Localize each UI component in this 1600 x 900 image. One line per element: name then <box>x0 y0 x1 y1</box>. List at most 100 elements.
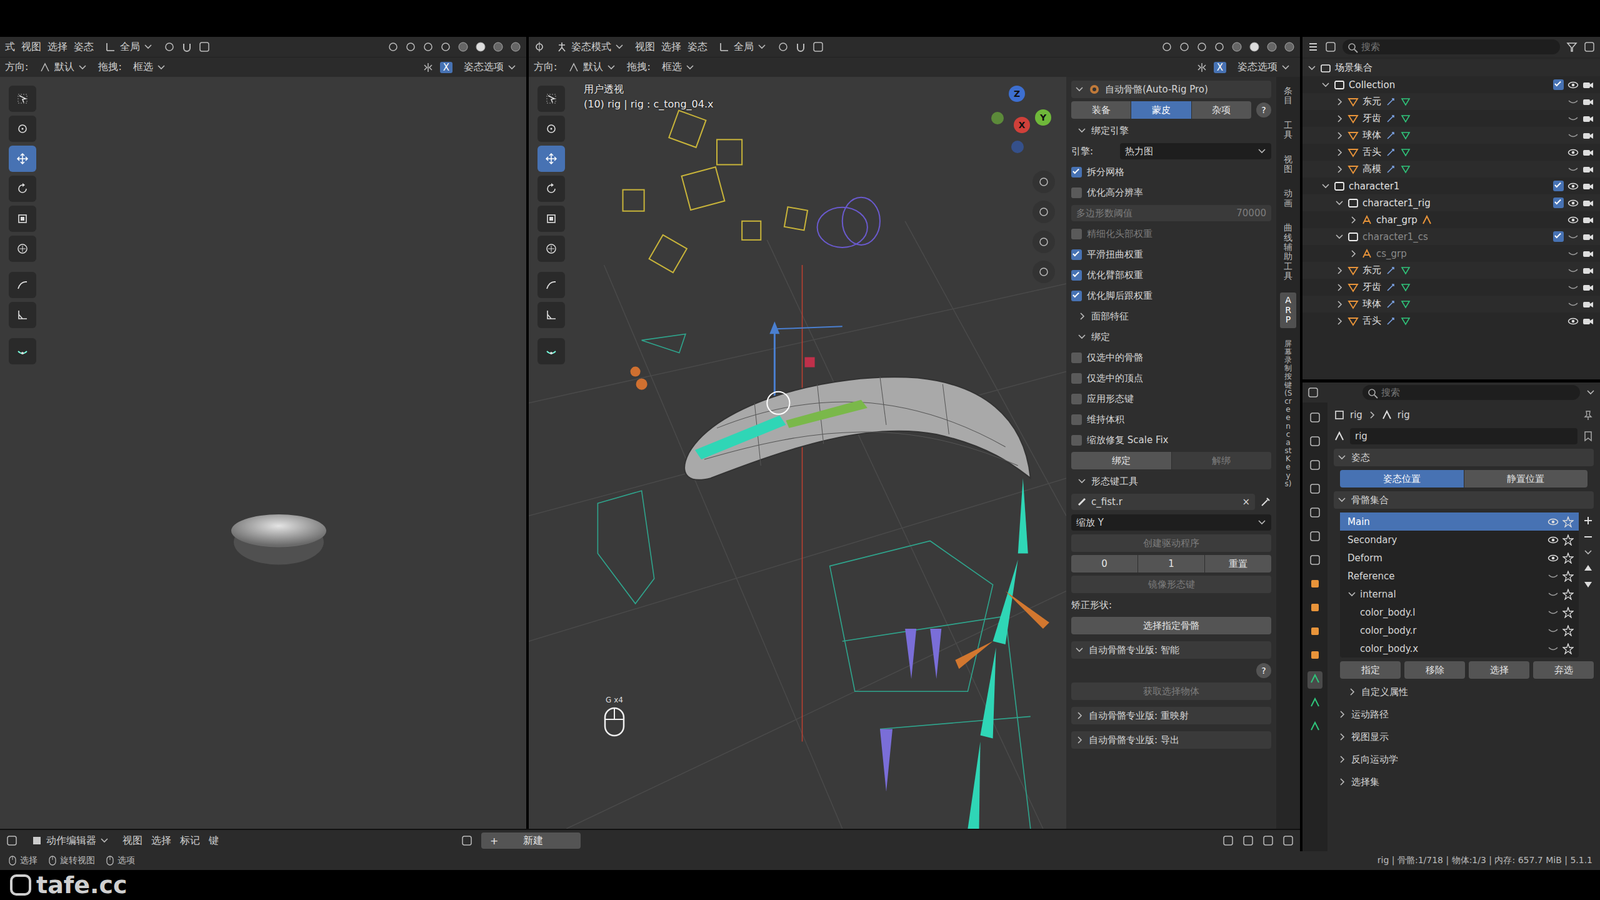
menu-item[interactable]: 标记 <box>180 834 200 848</box>
checkbox[interactable] <box>1553 180 1564 192</box>
sidebar-tab[interactable]: 屏幕录制按键 (Screencast Keys) <box>1284 336 1292 492</box>
properties-tab[interactable] <box>1307 528 1323 547</box>
sidebar-tab[interactable]: 动画 <box>1283 185 1293 212</box>
nav-button[interactable] <box>1032 200 1055 224</box>
outliner-row[interactable]: character1_cs <box>1302 228 1600 245</box>
properties-tab[interactable] <box>1307 552 1323 570</box>
checkbox[interactable] <box>1553 231 1564 242</box>
orientation-dropdown[interactable]: 默认 <box>34 59 92 75</box>
outliner-row[interactable]: character1_rig <box>1302 194 1600 212</box>
checkbox[interactable] <box>1071 435 1082 446</box>
bone-collection-row[interactable]: Secondary <box>1340 530 1579 549</box>
orientation-dropdown[interactable]: 默认 <box>563 59 621 75</box>
properties-tab[interactable] <box>1307 505 1323 523</box>
pose-options[interactable]: 姿态选项 <box>458 59 522 75</box>
checkbox[interactable] <box>1071 228 1082 240</box>
checkbox[interactable] <box>1071 166 1082 178</box>
button[interactable]: 0 <box>1071 555 1138 573</box>
menu-item[interactable]: 选择 <box>151 834 172 848</box>
tool-button[interactable] <box>537 115 565 142</box>
tool-button[interactable] <box>537 85 565 112</box>
name-field[interactable]: rig <box>1350 428 1578 445</box>
outliner-row[interactable]: 东元 <box>1302 93 1600 110</box>
menu-item[interactable]: 视图 <box>635 40 655 54</box>
tool-button[interactable] <box>537 205 565 232</box>
outliner-row[interactable]: char_grp <box>1302 211 1600 229</box>
number-field[interactable]: 多边形数阈值70000 <box>1071 205 1272 222</box>
section-header[interactable]: 形态键工具 <box>1071 472 1272 490</box>
menu-item[interactable]: 选择 <box>47 40 68 54</box>
properties-tab[interactable] <box>1307 410 1323 428</box>
menu-item[interactable]: 姿态 <box>73 40 94 54</box>
button[interactable]: 镜像形态键 <box>1071 575 1272 594</box>
checkbox[interactable] <box>1071 352 1082 364</box>
collection-button[interactable]: 指定 <box>1340 661 1401 679</box>
drag-dropdown[interactable]: 框选 <box>656 59 700 75</box>
checkbox[interactable] <box>1553 197 1564 209</box>
search-field[interactable] <box>1342 39 1560 55</box>
button[interactable]: 1 <box>1138 555 1205 573</box>
tool-button[interactable] <box>537 235 565 262</box>
tool-button[interactable] <box>8 85 37 112</box>
menu-item[interactable]: 式 <box>5 40 15 54</box>
collapsed-section[interactable]: 反向运动学 <box>1333 750 1594 769</box>
outliner-row[interactable]: 舌头 <box>1302 143 1600 161</box>
collections-section-header[interactable]: 骨骼集合 <box>1333 491 1594 509</box>
properties-tab[interactable] <box>1307 671 1323 689</box>
menu-item[interactable]: 视图 <box>122 834 143 848</box>
tool-button[interactable] <box>8 115 37 142</box>
collection-button[interactable]: 选择 <box>1468 661 1530 679</box>
drag-dropdown[interactable]: 框选 <box>128 59 171 75</box>
subpanel-header[interactable]: 自动骨骼专业版: 智能 <box>1071 641 1272 659</box>
menu-item[interactable]: 选择 <box>661 40 682 54</box>
pose-button[interactable]: 姿态位置 <box>1340 470 1464 488</box>
button[interactable]: 重置 <box>1205 555 1272 573</box>
help-button[interactable]: ? <box>1256 102 1272 118</box>
transform-orientation[interactable]: 全局 <box>100 39 158 55</box>
transform-orientation[interactable]: 全局 <box>713 39 772 55</box>
collapsed-section[interactable]: 运动路径 <box>1333 705 1594 724</box>
outliner-row[interactable]: 牙齿 <box>1302 110 1600 127</box>
tool-button[interactable] <box>8 301 37 329</box>
bone-collection-row[interactable]: Main <box>1340 512 1579 531</box>
properties-tab[interactable] <box>1307 457 1323 475</box>
outliner-row[interactable]: 球体 <box>1302 295 1600 313</box>
nav-button[interactable] <box>1032 170 1055 194</box>
bone-collection-row[interactable]: Deform <box>1340 548 1579 567</box>
bone-collection-row[interactable]: color_body.r <box>1340 621 1579 640</box>
checkbox[interactable] <box>1071 249 1082 260</box>
collapsed-section[interactable]: 选择集 <box>1333 772 1594 792</box>
checkbox[interactable] <box>1553 79 1564 90</box>
checkbox[interactable] <box>1071 373 1082 384</box>
tab[interactable]: 杂项 <box>1191 101 1252 119</box>
tool-button[interactable] <box>8 175 37 202</box>
section-header[interactable]: 绑定 <box>1071 328 1272 346</box>
properties-tab[interactable] <box>1307 718 1323 737</box>
tool-button[interactable] <box>8 235 37 262</box>
search-field[interactable] <box>1362 385 1580 400</box>
section-header[interactable]: 面部特征 <box>1071 307 1272 325</box>
properties-tab[interactable] <box>1307 695 1323 713</box>
tool-button[interactable] <box>537 271 565 299</box>
outliner-row[interactable]: Collection <box>1302 76 1600 94</box>
properties-tab[interactable] <box>1307 481 1323 499</box>
tool-button[interactable] <box>8 271 37 299</box>
bone-collection-row[interactable]: Reference <box>1340 566 1579 585</box>
button[interactable]: 获取选择物体 <box>1071 682 1272 700</box>
subpanel-header[interactable]: 自动骨骼专业版: 导出 <box>1071 731 1272 749</box>
subpanel-header[interactable]: 自动骨骼专业版: 重映射 <box>1071 706 1272 725</box>
tool-button[interactable] <box>537 145 565 172</box>
properties-tab[interactable] <box>1307 623 1323 642</box>
dropdown[interactable]: 缩放 Y <box>1071 514 1272 531</box>
button[interactable]: 绑定 <box>1071 451 1172 470</box>
bone-collection-row[interactable]: internal <box>1340 585 1579 604</box>
tool-button[interactable] <box>537 301 565 329</box>
outliner-row[interactable]: 场景集合 <box>1302 59 1600 77</box>
sidebar-tab[interactable]: 条目 <box>1283 83 1293 109</box>
nav-button[interactable] <box>1032 230 1055 254</box>
collection-button[interactable]: 移除 <box>1404 661 1465 679</box>
properties-tab[interactable] <box>1307 647 1323 665</box>
help-button[interactable]: ? <box>1256 663 1272 679</box>
tool-button[interactable] <box>8 338 37 365</box>
outliner-row[interactable]: 球体 <box>1302 126 1600 144</box>
